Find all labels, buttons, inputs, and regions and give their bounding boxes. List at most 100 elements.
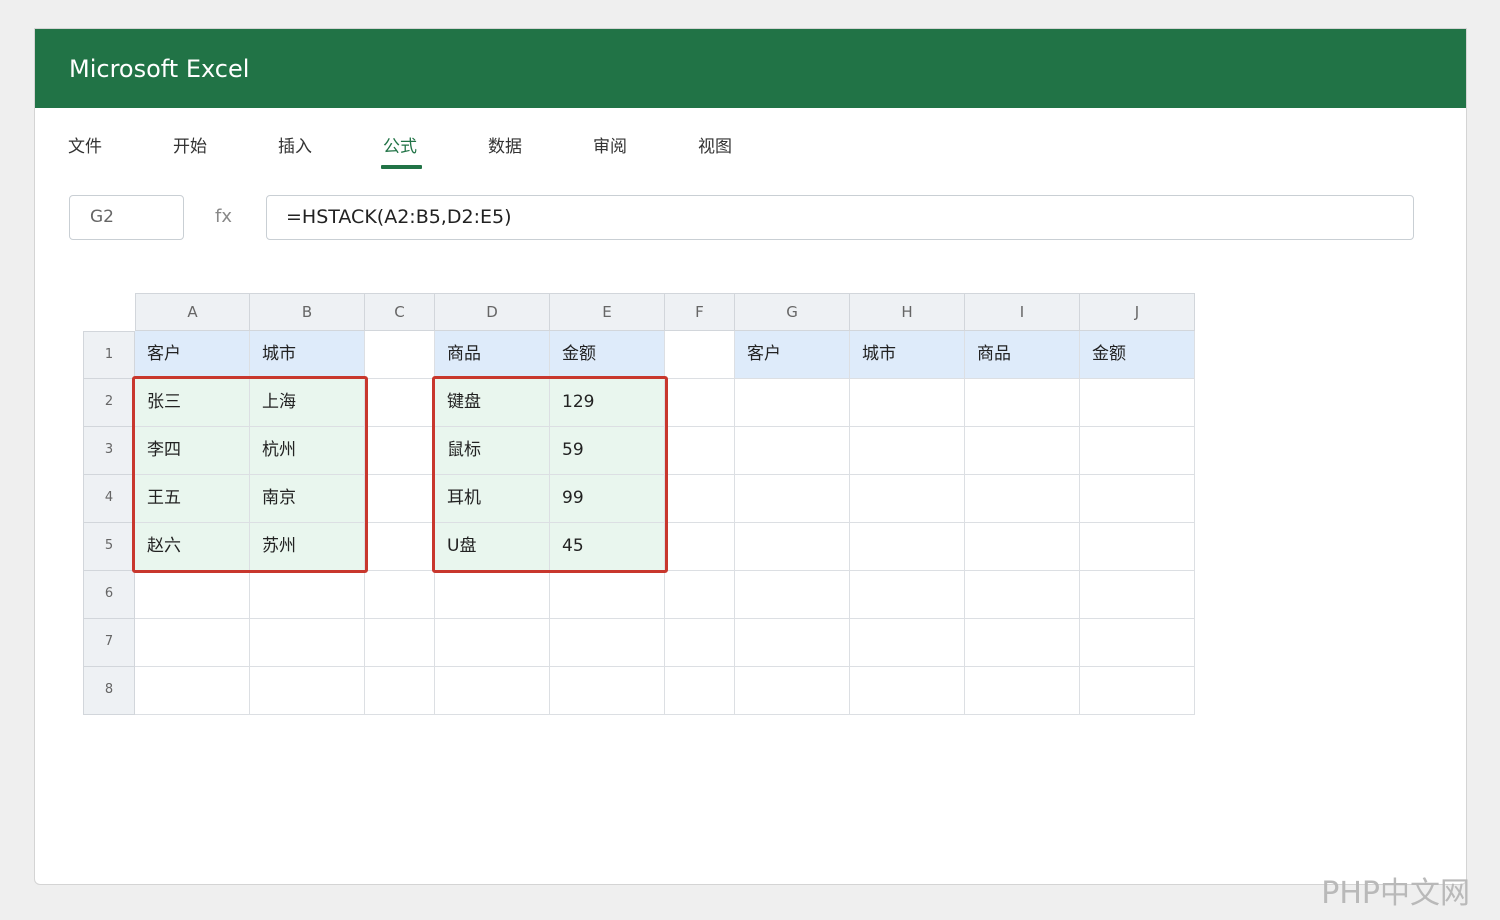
- cell-a7[interactable]: [135, 619, 250, 667]
- cell-a6[interactable]: [135, 571, 250, 619]
- cell-h7[interactable]: [850, 619, 965, 667]
- column-header-h[interactable]: H: [850, 293, 965, 331]
- cell-i8[interactable]: [965, 667, 1080, 715]
- cell-c3[interactable]: [365, 427, 435, 475]
- cell-f8[interactable]: [665, 667, 735, 715]
- row-header-2[interactable]: 2: [83, 379, 135, 427]
- row-header-6[interactable]: 6: [83, 571, 135, 619]
- cell-d3[interactable]: 鼠标: [435, 427, 550, 475]
- cell-i5[interactable]: [965, 523, 1080, 571]
- cell-g3[interactable]: [735, 427, 850, 475]
- row-header-4[interactable]: 4: [83, 475, 135, 523]
- cell-j6[interactable]: [1080, 571, 1195, 619]
- cell-j4[interactable]: [1080, 475, 1195, 523]
- cell-b1[interactable]: 城市: [250, 331, 365, 379]
- cell-a8[interactable]: [135, 667, 250, 715]
- cell-g2[interactable]: [735, 379, 850, 427]
- cell-a4[interactable]: 王五: [135, 475, 250, 523]
- row-header-8[interactable]: 8: [83, 667, 135, 715]
- cell-j3[interactable]: [1080, 427, 1195, 475]
- cell-d7[interactable]: [435, 619, 550, 667]
- cell-c2[interactable]: [365, 379, 435, 427]
- cell-b2[interactable]: 上海: [250, 379, 365, 427]
- cell-h8[interactable]: [850, 667, 965, 715]
- cell-f5[interactable]: [665, 523, 735, 571]
- row-header-5[interactable]: 5: [83, 523, 135, 571]
- column-header-f[interactable]: F: [665, 293, 735, 331]
- cell-a5[interactable]: 赵六: [135, 523, 250, 571]
- cell-h2[interactable]: [850, 379, 965, 427]
- cell-i4[interactable]: [965, 475, 1080, 523]
- cell-f3[interactable]: [665, 427, 735, 475]
- cell-g4[interactable]: [735, 475, 850, 523]
- cell-c1[interactable]: [365, 331, 435, 379]
- cell-f4[interactable]: [665, 475, 735, 523]
- row-header-1[interactable]: 1: [83, 331, 135, 379]
- column-header-i[interactable]: I: [965, 293, 1080, 331]
- cell-i1[interactable]: 商品: [965, 331, 1080, 379]
- formula-input[interactable]: =HSTACK(A2:B5,D2:E5): [266, 195, 1414, 240]
- column-header-g[interactable]: G: [735, 293, 850, 331]
- cell-i2[interactable]: [965, 379, 1080, 427]
- cell-c6[interactable]: [365, 571, 435, 619]
- cell-j7[interactable]: [1080, 619, 1195, 667]
- cell-c8[interactable]: [365, 667, 435, 715]
- cell-b3[interactable]: 杭州: [250, 427, 365, 475]
- cell-d5[interactable]: U盘: [435, 523, 550, 571]
- cell-e4[interactable]: 99: [550, 475, 665, 523]
- cell-g7[interactable]: [735, 619, 850, 667]
- cell-c7[interactable]: [365, 619, 435, 667]
- cell-d2[interactable]: 键盘: [435, 379, 550, 427]
- cell-h1[interactable]: 城市: [850, 331, 965, 379]
- cell-a1[interactable]: 客户: [135, 331, 250, 379]
- cell-j2[interactable]: [1080, 379, 1195, 427]
- cell-b7[interactable]: [250, 619, 365, 667]
- cell-h6[interactable]: [850, 571, 965, 619]
- cell-i7[interactable]: [965, 619, 1080, 667]
- cell-h5[interactable]: [850, 523, 965, 571]
- cell-b8[interactable]: [250, 667, 365, 715]
- cell-e3[interactable]: 59: [550, 427, 665, 475]
- cell-e6[interactable]: [550, 571, 665, 619]
- column-header-c[interactable]: C: [365, 293, 435, 331]
- cell-g5[interactable]: [735, 523, 850, 571]
- tab-7[interactable]: 视图: [698, 108, 803, 188]
- cell-e7[interactable]: [550, 619, 665, 667]
- cell-i6[interactable]: [965, 571, 1080, 619]
- cell-d1[interactable]: 商品: [435, 331, 550, 379]
- cell-e1[interactable]: 金额: [550, 331, 665, 379]
- cell-e5[interactable]: 45: [550, 523, 665, 571]
- cell-a2[interactable]: 张三: [135, 379, 250, 427]
- column-header-j[interactable]: J: [1080, 293, 1195, 331]
- cell-b4[interactable]: 南京: [250, 475, 365, 523]
- cell-j8[interactable]: [1080, 667, 1195, 715]
- cell-b6[interactable]: [250, 571, 365, 619]
- tab-4[interactable]: 公式: [381, 108, 488, 188]
- tab-3[interactable]: 插入: [278, 108, 383, 188]
- column-header-a[interactable]: A: [135, 293, 250, 331]
- cell-g1[interactable]: 客户: [735, 331, 850, 379]
- tab-6[interactable]: 审阅: [593, 108, 698, 188]
- cell-f1[interactable]: [665, 331, 735, 379]
- tab-5[interactable]: 数据: [488, 108, 593, 188]
- cell-i3[interactable]: [965, 427, 1080, 475]
- tab-1[interactable]: 文件: [68, 108, 173, 188]
- cell-h3[interactable]: [850, 427, 965, 475]
- cell-b5[interactable]: 苏州: [250, 523, 365, 571]
- cell-g6[interactable]: [735, 571, 850, 619]
- cell-f2[interactable]: [665, 379, 735, 427]
- column-header-d[interactable]: D: [435, 293, 550, 331]
- row-header-7[interactable]: 7: [83, 619, 135, 667]
- cell-c4[interactable]: [365, 475, 435, 523]
- cell-f7[interactable]: [665, 619, 735, 667]
- cell-h4[interactable]: [850, 475, 965, 523]
- tab-2[interactable]: 开始: [173, 108, 278, 188]
- cell-d4[interactable]: 耳机: [435, 475, 550, 523]
- cell-e8[interactable]: [550, 667, 665, 715]
- cell-e2[interactable]: 129: [550, 379, 665, 427]
- cell-j1[interactable]: 金额: [1080, 331, 1195, 379]
- cell-c5[interactable]: [365, 523, 435, 571]
- column-header-e[interactable]: E: [550, 293, 665, 331]
- cell-d8[interactable]: [435, 667, 550, 715]
- column-header-b[interactable]: B: [250, 293, 365, 331]
